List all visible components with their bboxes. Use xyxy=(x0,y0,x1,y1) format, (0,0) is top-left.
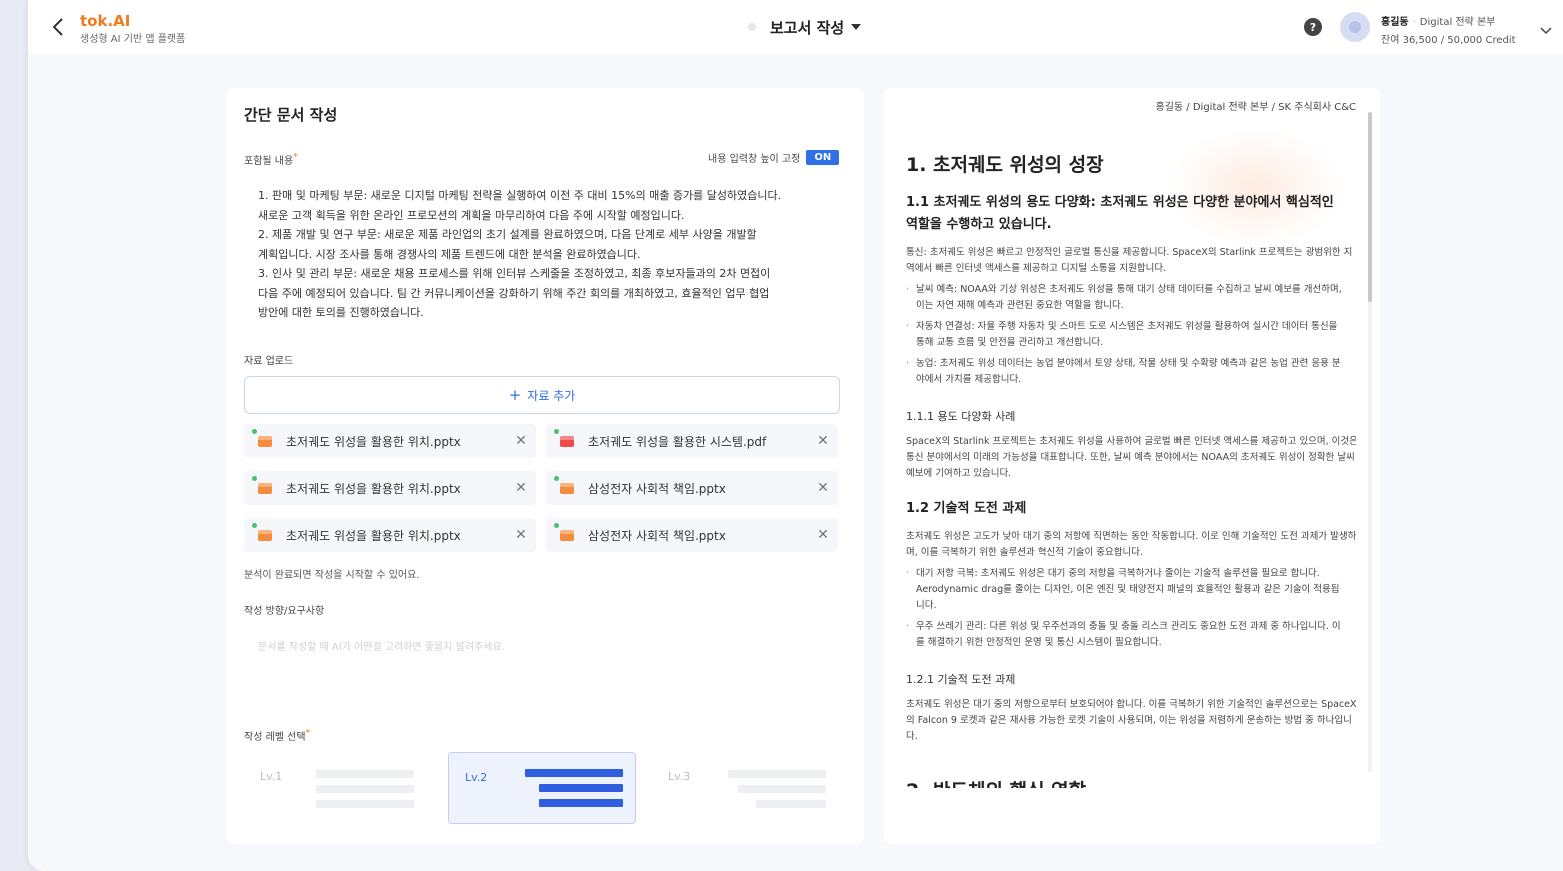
pptx-file-icon xyxy=(252,476,274,496)
close-icon[interactable]: ✕ xyxy=(506,433,536,449)
subsubsection-heading: 1.1.1 용도 다양화 사례 xyxy=(906,410,1016,423)
file-item[interactable]: 초저궤도 위성을 활용한 위치.pptx ✕ xyxy=(244,518,536,552)
doc-title-dropdown[interactable]: 보고서 작성 xyxy=(748,16,862,38)
avatar-person-icon xyxy=(1349,21,1361,33)
file-item[interactable]: 초저궤도 위성을 활용한 위치.pptx ✕ xyxy=(244,424,536,458)
file-name: 초저궤도 위성을 활용한 위치.pptx xyxy=(286,434,461,449)
direction-input[interactable] xyxy=(244,624,840,708)
file-name: 초저궤도 위성을 활용한 위치.pptx xyxy=(286,481,461,496)
caret-down-icon xyxy=(851,24,862,30)
height-fix-toggle[interactable]: ON xyxy=(806,150,840,165)
title-status-dot xyxy=(748,23,756,31)
chevron-down-icon[interactable] xyxy=(1540,20,1552,39)
back-icon[interactable] xyxy=(48,16,68,38)
close-icon[interactable]: ✕ xyxy=(506,480,536,496)
height-fix-label: 내용 입력창 높이 고정 xyxy=(708,154,801,165)
section-heading: 2. 반도체의 핵심 역할 xyxy=(906,776,1086,788)
paragraph: 초저궤도 위성은 대기 중의 저항으로부터 보호되어야 합니다. 이를 극복하기… xyxy=(906,699,1356,742)
pptx-file-icon xyxy=(252,429,274,449)
pptx-file-icon xyxy=(252,523,274,543)
height-fix-control: 내용 입력창 높이 고정 ON xyxy=(708,150,840,165)
file-name: 삼성전자 사회적 책임.pptx xyxy=(588,481,726,496)
level-card-lv3[interactable]: Lv.3 xyxy=(652,752,840,824)
level-card-lv1[interactable]: Lv.1 xyxy=(244,752,432,824)
upload-label: 자료 업로드 xyxy=(244,356,294,367)
level-card-lv2[interactable]: Lv.2 xyxy=(448,752,636,824)
logo-subtitle: 생성형 AI 기반 앱 플랫폼 xyxy=(80,34,186,45)
document-form-panel: 간단 문서 작성 포함될 내용* 내용 입력창 높이 고정 ON 1. 판매 및… xyxy=(226,88,864,844)
level-bar xyxy=(539,784,623,792)
bullet-item: 농업: 초저궤도 위성 데이터는 농업 분야에서 토양 상태, 작물 상태 및 … xyxy=(906,356,1346,388)
report-preview-panel: 홍길동 / Digital 전략 본부 / SK 주식회사 C&C 1. 초저궤… xyxy=(884,88,1380,844)
report-body: 1. 초저궤도 위성의 성장 1.1 초저궤도 위성의 용도 다양화: 초저궤도… xyxy=(906,88,1356,788)
close-icon[interactable]: ✕ xyxy=(506,527,536,543)
required-mark: * xyxy=(305,728,311,739)
bullet-item: 우주 쓰레기 관리: 다른 위성 및 우주선과의 충돌 및 충돌 리스크 관리도… xyxy=(906,619,1346,651)
paragraph: 통신: 초저궤도 위성은 빠르고 안정적인 글로벌 통신을 제공합니다. Spa… xyxy=(906,247,1353,274)
plus-icon: + xyxy=(508,386,522,404)
file-name: 초저궤도 위성을 활용한 시스템.pdf xyxy=(588,434,767,449)
preview-scrollbar[interactable] xyxy=(1368,112,1372,772)
file-item[interactable]: 초저궤도 위성을 활용한 시스템.pdf ✕ xyxy=(546,424,838,458)
top-header: tok.AI 생성형 AI 기반 앱 플랫폼 보고서 작성 ? 홍길동 · Digi… xyxy=(28,0,1563,54)
subsection-heading: 1.1 초저궤도 위성의 용도 다양화: 초저궤도 위성은 다양한 분야에서 핵… xyxy=(906,195,1334,232)
subsection-heading: 1.2 기술적 도전 과제 xyxy=(906,501,1027,516)
content-label-text: 포함될 내용 xyxy=(244,156,294,167)
add-file-label: 자료 추가 xyxy=(527,388,576,403)
level-bar xyxy=(738,785,826,793)
pptx-file-icon xyxy=(554,476,576,496)
doc-title: 보고서 작성 xyxy=(770,18,845,37)
content-textarea[interactable]: 1. 판매 및 마케팅 부문: 새로운 디지털 마케팅 전략을 실행하여 이전 … xyxy=(258,186,832,323)
level-card-label: Lv.2 xyxy=(465,771,488,784)
pdf-file-icon xyxy=(554,429,576,449)
level-bar xyxy=(316,800,414,808)
close-icon[interactable]: ✕ xyxy=(808,480,838,496)
paragraph: 초저궤도 위성은 고도가 낮아 대기 중의 저항에 직면하는 동안 작동합니다.… xyxy=(906,531,1356,558)
file-item[interactable]: 초저궤도 위성을 활용한 위치.pptx ✕ xyxy=(244,471,536,505)
level-bar xyxy=(316,785,414,793)
user-info: 홍길동 · Digital 전략 본부 xyxy=(1381,13,1495,28)
level-bar xyxy=(316,770,414,778)
level-bar xyxy=(525,769,623,777)
content-label: 포함될 내용* xyxy=(244,152,298,167)
bullet-item: 날씨 예측: NOAA와 기상 위성은 초저궤도 위성을 통해 대기 상태 데이… xyxy=(906,282,1346,314)
direction-label: 작성 방향/요구사항 xyxy=(244,606,325,617)
bullet-item: 자동차 연결성: 자율 주행 자동차 및 스마트 도로 시스템은 초저궤도 위성… xyxy=(906,319,1346,351)
user-name: 홍길동 xyxy=(1381,17,1409,28)
logo-title[interactable]: tok.AI xyxy=(80,12,130,30)
add-file-button[interactable]: + 자료 추가 xyxy=(244,376,840,414)
level-card-label: Lv.1 xyxy=(260,770,283,783)
level-card-label: Lv.3 xyxy=(668,770,691,783)
analysis-note: 분석이 완료되면 작성을 시작할 수 있어요. xyxy=(244,570,420,581)
user-dept: Digital 전략 본부 xyxy=(1419,17,1496,28)
subsubsection-heading: 1.2.1 기술적 도전 과제 xyxy=(906,673,1016,686)
file-item[interactable]: 삼성전자 사회적 책임.pptx ✕ xyxy=(546,518,838,552)
level-bar xyxy=(728,770,826,778)
pptx-file-icon xyxy=(554,523,576,543)
required-mark: * xyxy=(293,152,298,163)
level-bar xyxy=(756,800,826,808)
help-icon[interactable]: ? xyxy=(1304,18,1322,36)
close-icon[interactable]: ✕ xyxy=(808,433,838,449)
app-window: tok.AI 생성형 AI 기반 앱 플랫폼 보고서 작성 ? 홍길동 · Digi… xyxy=(28,0,1563,871)
avatar[interactable] xyxy=(1340,12,1370,42)
level-bar xyxy=(539,799,623,807)
file-name: 초저궤도 위성을 활용한 위치.pptx xyxy=(286,528,461,543)
user-separator: · xyxy=(1412,17,1416,28)
panel-title: 간단 문서 작성 xyxy=(244,106,338,124)
section-heading: 1. 초저궤도 위성의 성장 xyxy=(906,154,1104,176)
credit-balance: 잔여 36,500 / 50,000 Credit xyxy=(1381,35,1516,46)
file-name: 삼성전자 사회적 책임.pptx xyxy=(588,528,726,543)
scroll-thumb[interactable] xyxy=(1368,112,1372,302)
level-label: 작성 레벨 선택* xyxy=(244,728,310,743)
bullet-item: 대기 저항 극복: 초저궤도 위성은 대기 중의 저항을 극복하거나 줄이는 기… xyxy=(906,566,1346,614)
paragraph: SpaceX의 Starlink 프로젝트는 초저궤도 위성을 사용하여 글로벌… xyxy=(906,436,1356,479)
close-icon[interactable]: ✕ xyxy=(808,527,838,543)
level-label-text: 작성 레벨 선택 xyxy=(244,732,306,743)
file-item[interactable]: 삼성전자 사회적 책임.pptx ✕ xyxy=(546,471,838,505)
